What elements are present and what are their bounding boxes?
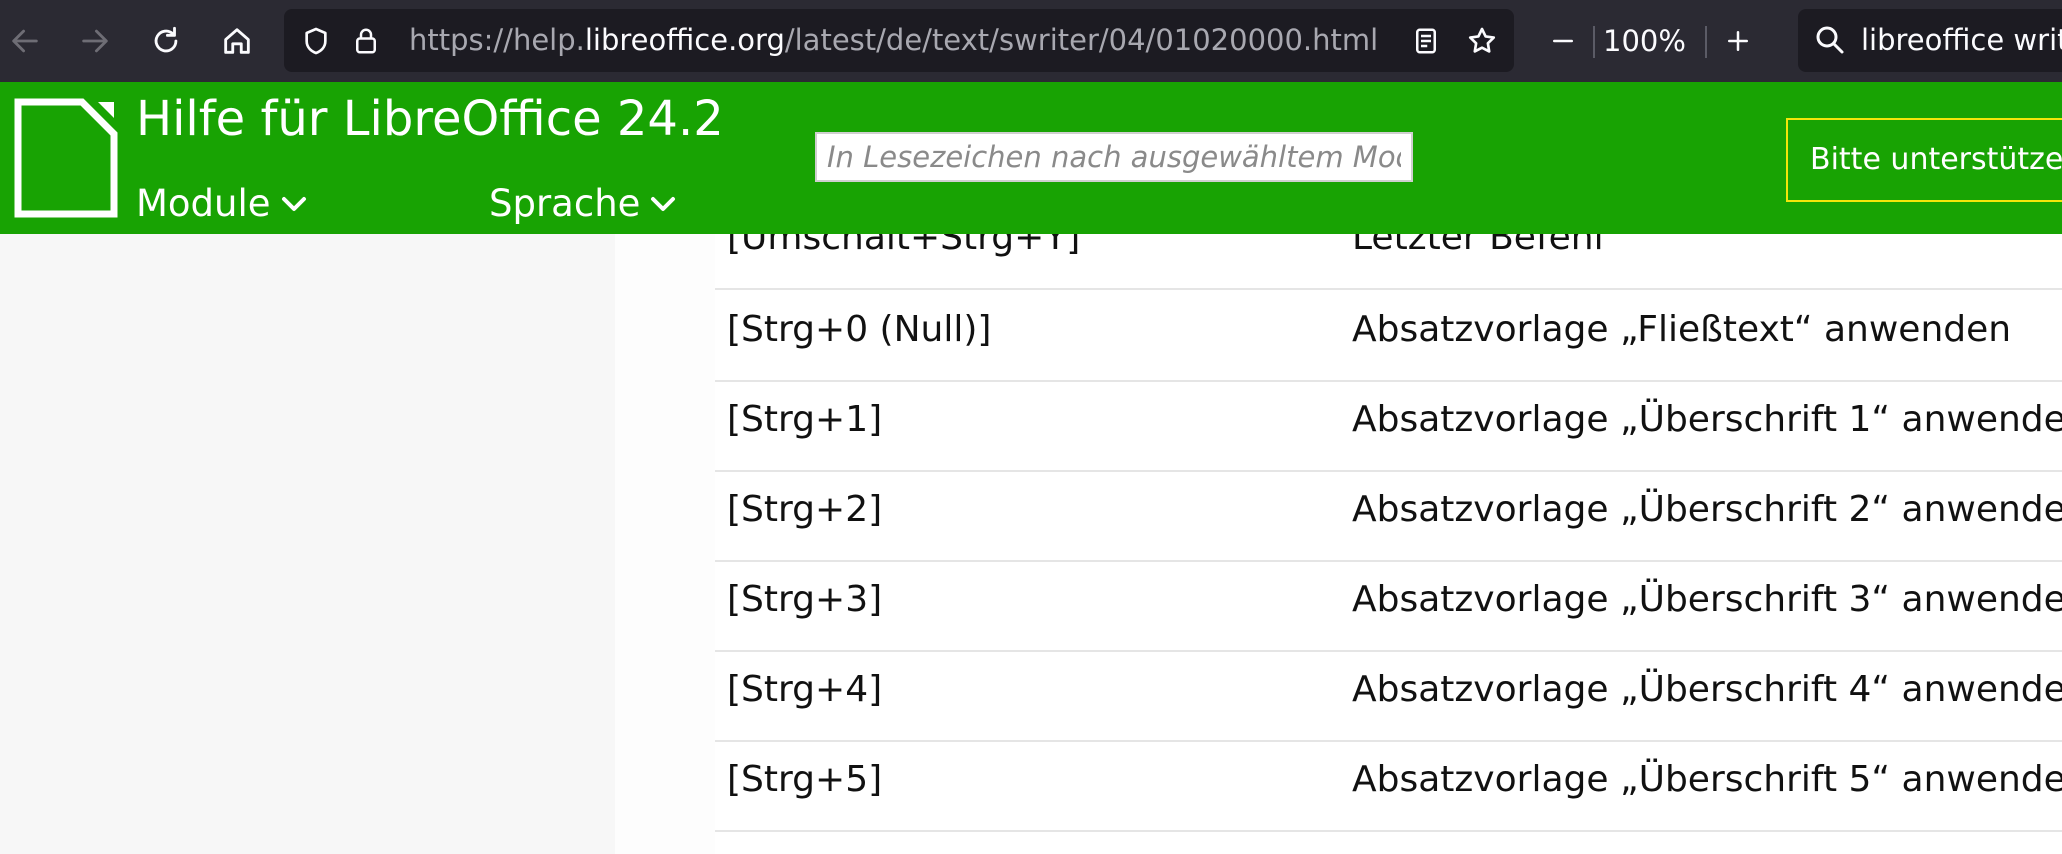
shortcut-action: Absatzvorlage „Fließtext“ anwenden xyxy=(1352,309,2012,350)
back-button[interactable] xyxy=(2,18,48,64)
shortcut-key: [Strg+0 (Null)] xyxy=(727,309,992,350)
shortcut-key: [Strg+1] xyxy=(727,399,883,440)
table-row: [Strg+0 (Null)] Absatzvorlage „Fließtext… xyxy=(715,290,2062,382)
search-text[interactable]: libreoffice writ xyxy=(1861,9,2062,72)
search-bar[interactable]: libreoffice writ xyxy=(1798,9,2062,72)
zoom-level[interactable]: 100% xyxy=(1603,0,1686,82)
shortcut-action: Letzter Befehl xyxy=(1352,234,1604,258)
lock-icon[interactable] xyxy=(346,21,386,61)
reload-icon xyxy=(154,26,178,53)
chevron-down-icon xyxy=(651,197,676,211)
forward-icon xyxy=(82,29,108,53)
donate-button[interactable]: Bitte unterstützen xyxy=(1786,118,2062,202)
shortcut-action: Absatzvorlage „Überschrift 1“ anwenden xyxy=(1352,399,2062,440)
home-icon xyxy=(224,28,250,54)
page-title: Hilfe für LibreOffice 24.2 xyxy=(136,91,724,147)
reader-view-icon[interactable] xyxy=(1406,21,1446,61)
table-row: [Strg+5] Absatzvorlage „Überschrift 5“ a… xyxy=(715,740,2062,832)
home-button[interactable] xyxy=(214,18,260,64)
bookmark-star-icon[interactable] xyxy=(1462,21,1502,61)
address-bar[interactable]: https://help.libreoffice.org/latest/de/t… xyxy=(284,9,1514,72)
shortcut-action: Absatzvorlage „Überschrift 3“ anwenden xyxy=(1352,579,2062,620)
table-row: [Strg+4] Absatzvorlage „Überschrift 4“ a… xyxy=(715,650,2062,742)
shield-icon[interactable] xyxy=(296,21,336,61)
bookmark-search-input[interactable] xyxy=(817,134,1411,180)
table-row: [Umschalt+Strg+Y] Letzter Befehl xyxy=(715,234,2062,290)
url-text[interactable]: https://help.libreoffice.org/latest/de/t… xyxy=(409,9,1378,72)
menu-language[interactable]: Sprache xyxy=(489,182,676,226)
shortcut-key: [Umschalt+Strg+Y] xyxy=(727,234,1081,258)
shortcut-action: Absatzvorlage „Überschrift 4“ anwenden xyxy=(1352,669,2062,710)
reload-button[interactable] xyxy=(143,18,189,64)
table-row: [Strg+1] Absatzvorlage „Überschrift 1“ a… xyxy=(715,380,2062,472)
zoom-in-icon xyxy=(1728,31,1748,51)
zoom-divider xyxy=(1705,26,1707,58)
shortcut-key: [Strg+3] xyxy=(727,579,883,620)
help-header: Hilfe für LibreOffice 24.2 Module Sprach… xyxy=(0,82,2062,234)
bookmark-search[interactable] xyxy=(815,132,1413,182)
shortcut-key: [Strg+4] xyxy=(727,669,883,710)
zoom-out-button[interactable] xyxy=(1540,18,1586,64)
search-icon xyxy=(1816,26,1844,54)
shortcut-table: [Umschalt+Strg+Y] Letzter Befehl [Strg+0… xyxy=(715,234,2062,854)
libreoffice-logo[interactable] xyxy=(14,98,118,218)
zoom-divider xyxy=(1593,26,1595,58)
table-row: [Strg+2] Absatzvorlage „Überschrift 2“ a… xyxy=(715,470,2062,562)
menu-language-label: Sprache xyxy=(489,182,641,225)
table-row: [Strg+3] Absatzvorlage „Überschrift 3“ a… xyxy=(715,560,2062,652)
zoom-in-button[interactable] xyxy=(1715,18,1761,64)
forward-button[interactable] xyxy=(72,18,118,64)
zoom-out-icon xyxy=(1553,39,1573,43)
menu-modules[interactable]: Module xyxy=(136,182,307,226)
chevron-down-icon xyxy=(281,197,306,211)
back-icon xyxy=(12,29,38,53)
shortcut-action: Absatzvorlage „Überschrift 5“ anwenden xyxy=(1352,759,2062,800)
shortcut-key: [Strg+2] xyxy=(727,489,883,530)
menu-modules-label: Module xyxy=(136,182,271,225)
sidebar xyxy=(0,234,615,854)
browser-toolbar: https://help.libreoffice.org/latest/de/t… xyxy=(0,0,2062,82)
content-gutter xyxy=(615,234,715,854)
shortcut-key: [Strg+5] xyxy=(727,759,883,800)
shortcut-action: Absatzvorlage „Überschrift 2“ anwenden xyxy=(1352,489,2062,530)
